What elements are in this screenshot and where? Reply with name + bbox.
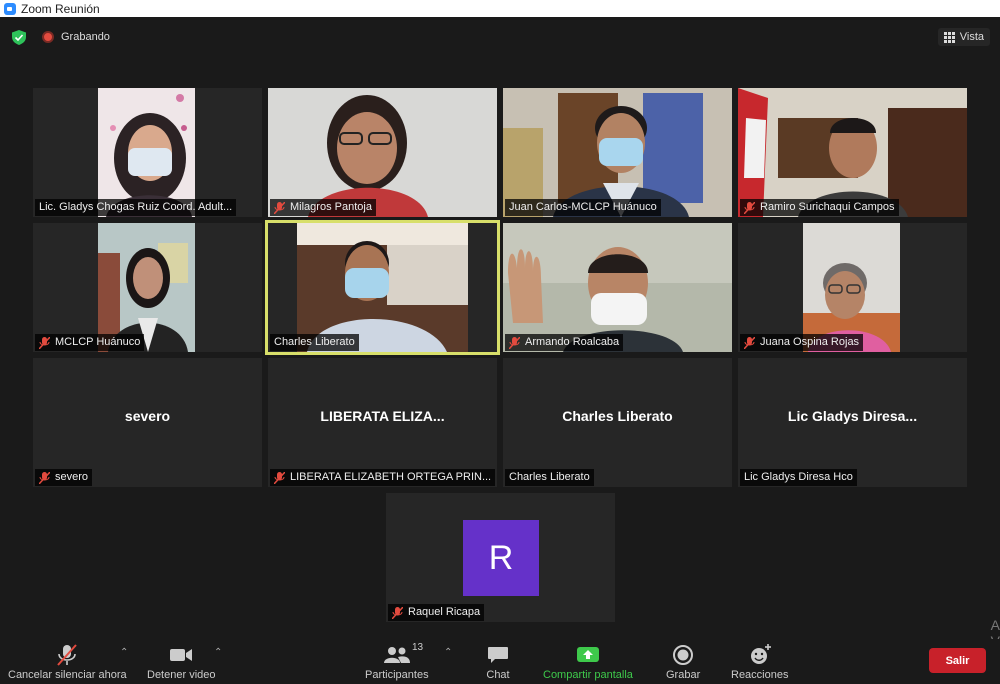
participants-label: Participantes <box>365 669 429 681</box>
participant-avatar: R <box>463 520 539 596</box>
participant-nameplate: Milagros Pantoja <box>270 199 376 216</box>
participant-name: severo <box>55 471 89 483</box>
participant-name: Juan Carlos-MCLCP Huánuco <box>509 201 657 213</box>
reactions-button[interactable]: Reacciones <box>731 643 788 681</box>
participant-video <box>268 88 497 217</box>
participant-name: Charles Liberato <box>274 336 355 348</box>
muted-mic-icon <box>39 471 50 484</box>
participant-tile[interactable]: Milagros Pantoja <box>268 88 497 217</box>
muted-mic-icon <box>392 606 403 619</box>
recording-indicator[interactable]: Grabando <box>42 31 110 43</box>
unmute-label: Cancelar silenciar ahora <box>8 669 127 681</box>
participant-nameplate: Juana Ospina Rojas <box>740 334 864 351</box>
participant-video <box>503 223 732 352</box>
participant-name: LIBERATA ELIZABETH ORTEGA PRIN... <box>290 471 492 483</box>
participant-display-name: LIBERATA ELIZA... <box>320 408 445 424</box>
participant-nameplate: Lic. Gladys Chogas Ruiz Coord. Adult... <box>35 199 237 216</box>
participant-video <box>738 88 967 217</box>
leave-meeting-button[interactable]: Salir <box>929 648 986 673</box>
participant-tile[interactable]: Lic Gladys Diresa... Lic Gladys Diresa H… <box>738 358 967 487</box>
muted-mic-icon <box>274 471 285 484</box>
participant-name: Armando Roalcaba <box>525 336 620 348</box>
recording-label: Grabando <box>61 31 110 43</box>
participants-icon <box>383 647 410 663</box>
audio-options-caret-icon[interactable]: ⌃ <box>120 647 128 658</box>
muted-mic-icon <box>39 336 50 349</box>
chat-bubble-icon <box>488 647 508 663</box>
participant-video <box>98 88 195 217</box>
meeting-toolbar: Cancelar silenciar ahora ⌃ Detener video… <box>0 639 1000 684</box>
participant-tile[interactable]: MCLCP Huánuco <box>33 223 262 352</box>
participant-tile[interactable]: Juana Ospina Rojas <box>738 223 967 352</box>
participant-tile[interactable]: Ramiro Surichaqui Campos <box>738 88 967 217</box>
record-icon <box>673 645 694 665</box>
muted-mic-icon <box>744 336 755 349</box>
participant-nameplate: Charles Liberato <box>505 469 594 486</box>
chat-label: Chat <box>486 669 510 681</box>
window-title: Zoom Reunión <box>21 1 100 16</box>
muted-mic-icon <box>274 201 285 214</box>
participant-tile[interactable]: R Raquel Ricapa <box>386 493 615 622</box>
share-screen-label: Compartir pantalla <box>543 669 633 681</box>
view-button[interactable]: Vista <box>937 28 990 46</box>
video-camera-icon <box>170 649 193 661</box>
participant-display-name: Lic Gladys Diresa... <box>787 408 918 424</box>
participant-video <box>503 88 732 217</box>
record-label: Grabar <box>666 669 701 681</box>
participant-tile[interactable]: Juan Carlos-MCLCP Huánuco <box>503 88 732 217</box>
record-button[interactable]: Grabar <box>666 643 700 681</box>
participant-nameplate: MCLCP Huánuco <box>35 334 145 351</box>
participant-tile[interactable]: LIBERATA ELIZA... LIBERATA ELIZABETH ORT… <box>268 358 497 487</box>
participant-nameplate: severo <box>35 469 93 486</box>
participant-video <box>803 223 900 352</box>
stop-video-button[interactable]: Detener video <box>147 643 216 681</box>
participant-nameplate: Juan Carlos-MCLCP Huánuco <box>505 199 661 216</box>
participant-video <box>98 223 195 352</box>
recording-dot-icon <box>42 31 54 43</box>
muted-microphone-icon <box>57 644 78 666</box>
participant-name: Raquel Ricapa <box>408 606 481 618</box>
grid-view-icon <box>943 31 955 43</box>
window-titlebar: Zoom Reunión <box>0 0 1000 17</box>
muted-mic-icon <box>744 201 755 214</box>
chat-button[interactable]: Chat <box>486 643 510 681</box>
reactions-label: Reacciones <box>731 669 789 681</box>
participant-name: Lic. Gladys Chogas Ruiz Coord. Adult... <box>39 201 233 213</box>
participant-tile[interactable]: severo severo <box>33 358 262 487</box>
participant-name: Lic Gladys Diresa Hco <box>744 471 853 483</box>
meeting-window: Grabando Vista Lic. Gladys Chogas Ruiz C… <box>0 17 1000 684</box>
participant-tile[interactable]: Lic. Gladys Chogas Ruiz Coord. Adult... <box>33 88 262 217</box>
participant-nameplate: Armando Roalcaba <box>505 334 624 351</box>
participants-count: 13 <box>412 642 424 653</box>
meeting-topbar: Grabando Vista <box>0 17 1000 57</box>
participant-name: MCLCP Huánuco <box>55 336 141 348</box>
participant-display-name: Charles Liberato <box>562 408 673 424</box>
video-options-caret-icon[interactable]: ⌃ <box>214 647 222 658</box>
share-screen-icon <box>576 647 599 662</box>
participant-name: Milagros Pantoja <box>290 201 372 213</box>
participants-options-caret-icon[interactable]: ⌃ <box>444 647 452 658</box>
participant-name: Juana Ospina Rojas <box>760 336 860 348</box>
participant-display-name: severo <box>124 408 171 424</box>
participant-tile[interactable]: Charles Liberato Charles Liberato <box>503 358 732 487</box>
reactions-emoji-icon <box>750 644 771 664</box>
share-screen-button[interactable]: Compartir pantalla <box>543 643 633 681</box>
participant-tile-active-speaker[interactable]: Charles Liberato <box>265 220 500 355</box>
muted-mic-icon <box>509 336 520 349</box>
participant-nameplate: Raquel Ricapa <box>388 604 485 621</box>
view-label: Vista <box>959 31 984 43</box>
participant-nameplate: LIBERATA ELIZABETH ORTEGA PRIN... <box>270 469 495 486</box>
participant-tile[interactable]: Armando Roalcaba <box>503 223 732 352</box>
participant-nameplate: Lic Gladys Diresa Hco <box>740 469 857 486</box>
security-shield-icon[interactable] <box>12 30 26 45</box>
participant-name: Ramiro Surichaqui Campos <box>760 201 895 213</box>
participant-video <box>297 223 468 352</box>
participant-name: Charles Liberato <box>509 471 590 483</box>
participant-nameplate: Ramiro Surichaqui Campos <box>740 199 899 216</box>
zoom-logo-icon <box>4 2 16 15</box>
participant-nameplate: Charles Liberato <box>270 334 359 351</box>
stop-video-label: Detener video <box>147 669 216 681</box>
unmute-button[interactable]: Cancelar silenciar ahora <box>8 643 127 681</box>
